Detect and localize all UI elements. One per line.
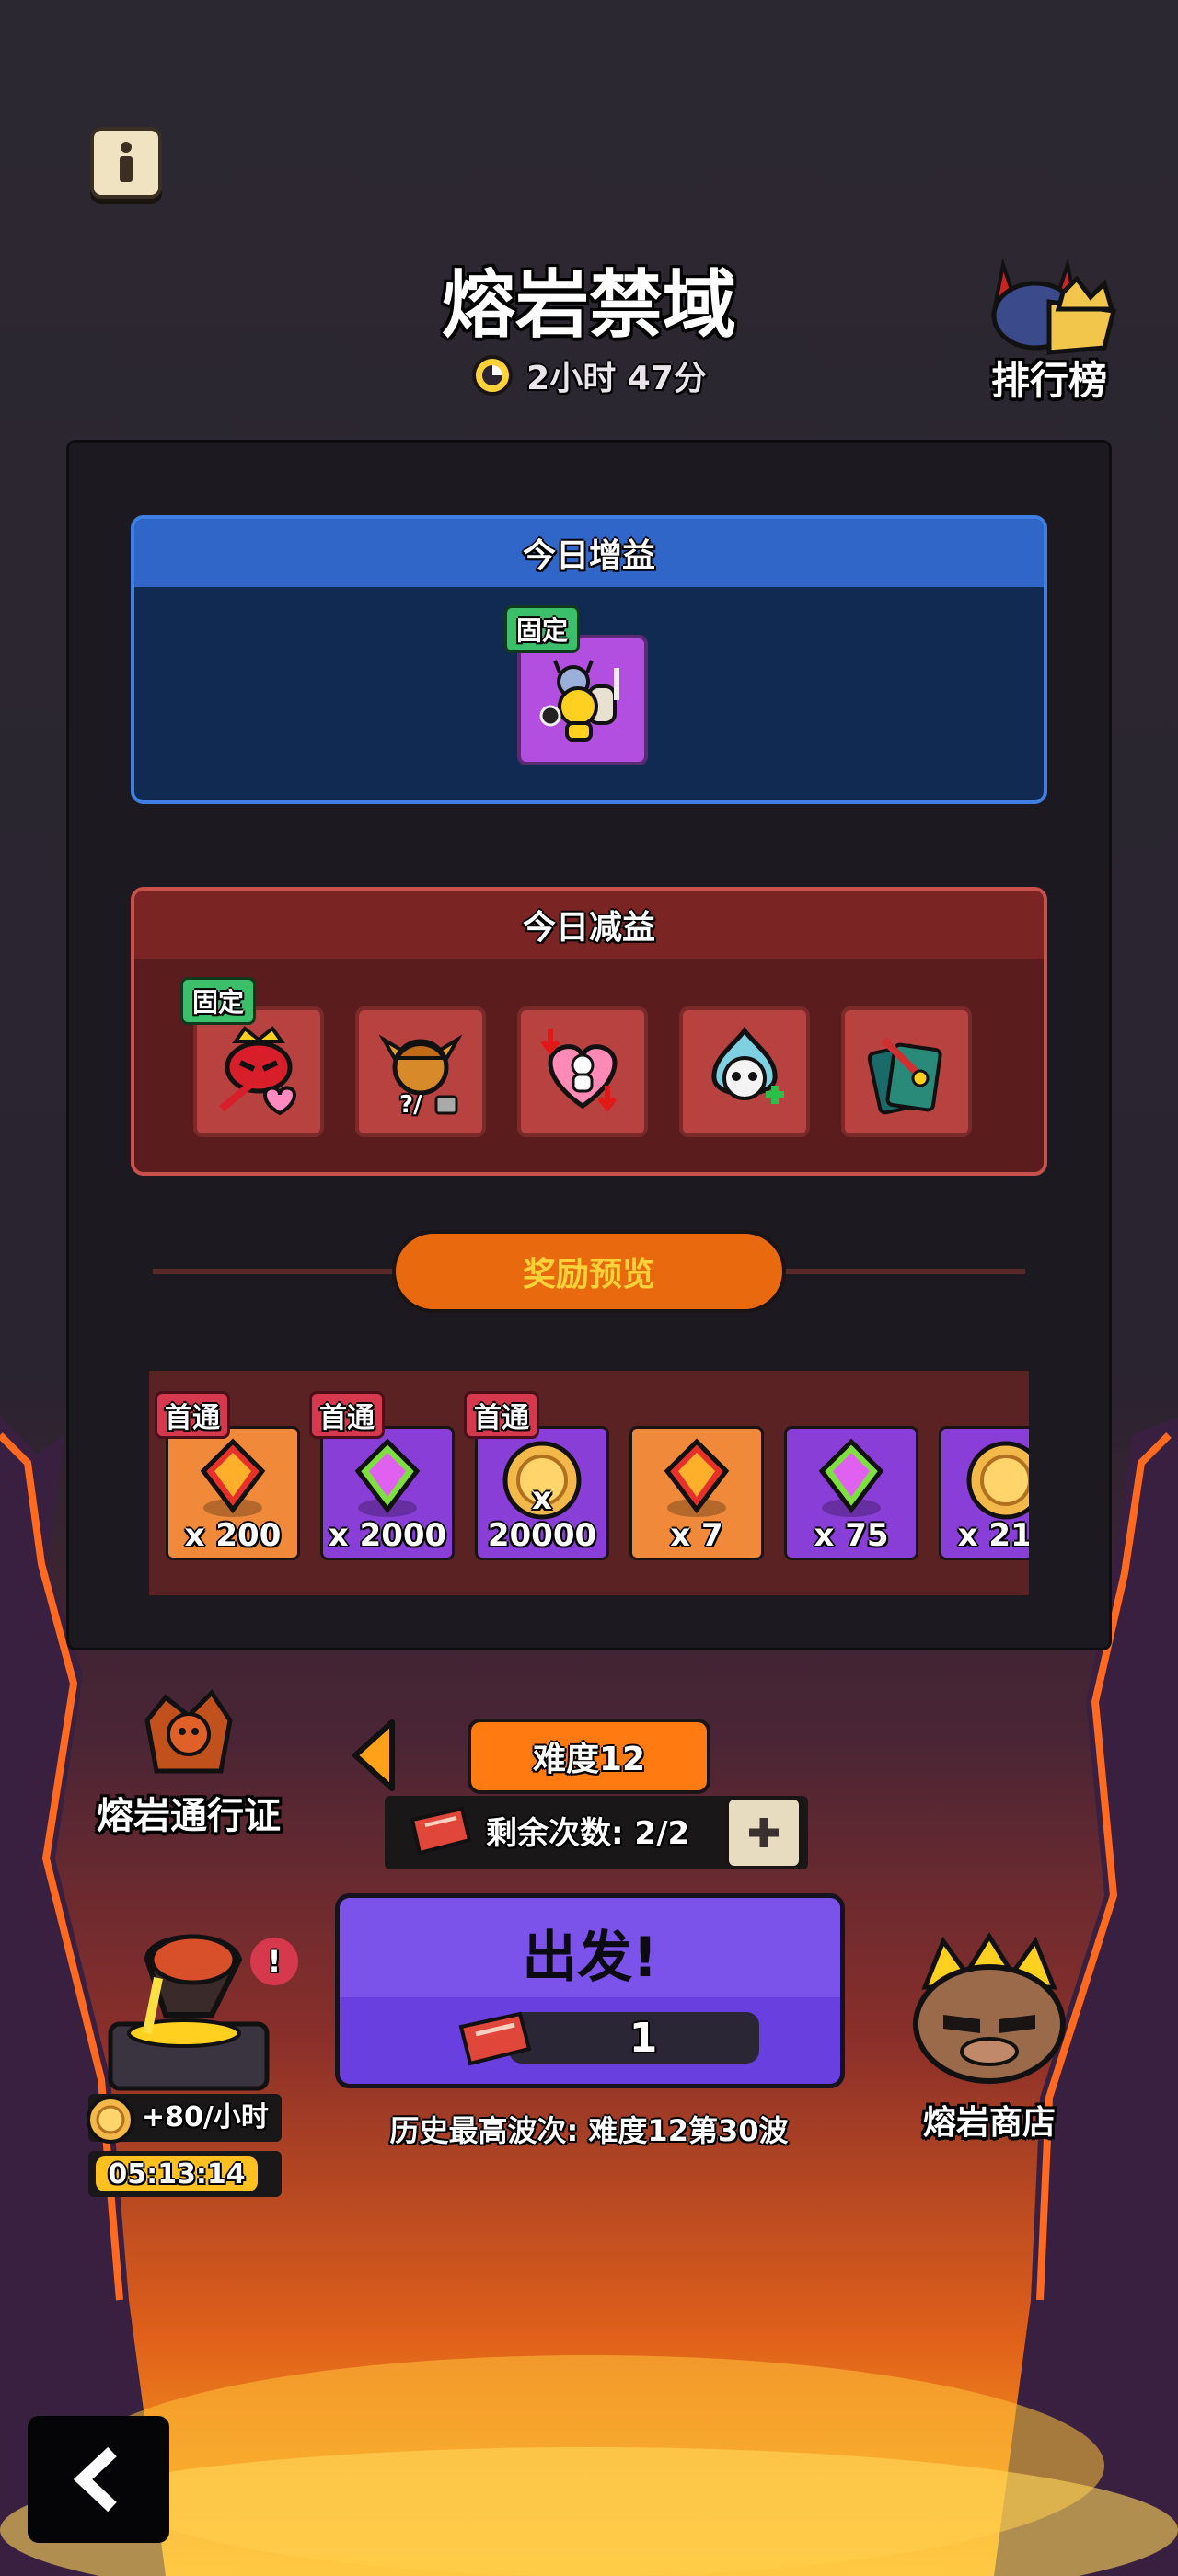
info-button[interactable]: [90, 127, 162, 199]
start-label: 出发!: [522, 1925, 658, 1990]
page-title: 熔岩禁域: [442, 262, 736, 348]
debuff-title: 今日减益: [522, 909, 655, 947]
furnace-alert-badge: !: [250, 1938, 298, 1985]
timer-text: 2小时 47分: [526, 360, 707, 397]
lava-pass-icon: [144, 1689, 233, 1774]
debuff-card-4[interactable]: [679, 1006, 810, 1137]
heroes-team-icon: [539, 660, 619, 742]
reward-card[interactable]: x 7: [629, 1426, 764, 1560]
difficulty-button[interactable]: 难度12: [468, 1719, 710, 1794]
leaderboard-icon: [990, 258, 1117, 355]
furnace-countdown: 05:13:14: [96, 2156, 258, 2191]
furnace-button[interactable]: !: [92, 1923, 298, 2098]
event-timer: 2小时 47分: [405, 348, 773, 403]
debuff-header: 今日减益: [134, 891, 1044, 959]
lava-pass-label: 熔岩通行证: [97, 1795, 281, 1837]
shop-merchant-icon: [913, 1932, 1066, 2084]
reward-count: x 7: [670, 1517, 723, 1554]
reward-count: x 75: [814, 1517, 889, 1554]
lava-shop-button[interactable]: 熔岩商店: [884, 1932, 1095, 2144]
reward-count: x 200: [184, 1517, 282, 1554]
leaderboard-button[interactable]: 排行榜: [976, 247, 1123, 403]
leaderboard-label: 排行榜: [990, 357, 1107, 403]
info-icon: [120, 142, 133, 182]
demon-mask-heart-icon: [219, 1026, 297, 1116]
green-gem-icon: [354, 1438, 421, 1517]
add-attempts-button[interactable]: [725, 1796, 803, 1869]
reward-card[interactable]: x 210: [939, 1426, 1029, 1560]
plus-icon: [749, 1818, 779, 1847]
green-gem-icon: [818, 1438, 884, 1517]
history-label: 历史最高波次: 难度12第30波: [389, 2113, 789, 2148]
buff-fixed-tag: 固定: [504, 605, 581, 653]
chevron-left-icon: [352, 1719, 395, 1791]
red-gem-icon: [200, 1438, 266, 1517]
reward-card[interactable]: x 20000: [475, 1426, 609, 1560]
ticket-cost: 1: [629, 2014, 658, 2062]
reward-card[interactable]: x 2000: [320, 1426, 455, 1560]
rewards-preview-button[interactable]: 奖励预览: [392, 1230, 786, 1313]
difficulty-label: 难度12: [532, 1741, 646, 1778]
arrow-left-icon: [73, 2446, 117, 2513]
buff-header: 今日增益: [134, 519, 1044, 587]
debuff-card-2[interactable]: ?/: [355, 1006, 486, 1137]
back-button[interactable]: [28, 2416, 169, 2543]
heart-down-icon: [540, 1029, 618, 1112]
red-gem-icon: [664, 1438, 730, 1517]
reward-count: x 2000: [328, 1517, 447, 1554]
start-ticket-icon: [458, 2011, 532, 2066]
debuff-fixed-tag: 固定: [180, 977, 257, 1025]
rewards-list: x 200 首通 x 2000 首通 x 20000 首通 x 7 x 75 x 210: [149, 1371, 1029, 1595]
reward-card[interactable]: x 75: [784, 1426, 918, 1560]
locked-label: ?/: [399, 1091, 422, 1119]
buff-title: 今日增益: [522, 537, 655, 575]
gold-coin-icon: [966, 1441, 1029, 1520]
buff-card[interactable]: [517, 635, 648, 765]
reward-count: x 20000: [487, 1480, 597, 1554]
ticket-icon: [410, 1806, 472, 1856]
clock-icon: [472, 355, 514, 396]
first-clear-tag: 首通: [309, 1391, 385, 1439]
card-dagger-icon: [867, 1037, 942, 1115]
lava-shop-label: 熔岩商店: [922, 2104, 1056, 2142]
debuff-card-5[interactable]: [841, 1006, 972, 1137]
lava-pass-button[interactable]: 熔岩通行证: [83, 1684, 294, 1845]
attempts-label: 剩余次数: 2/2: [486, 1815, 690, 1852]
first-clear-tag: 首通: [464, 1391, 539, 1439]
coin-icon: [87, 2096, 134, 2144]
furnace-rate: +80/小时: [142, 2101, 269, 2133]
debuff-card-3[interactable]: [517, 1006, 648, 1137]
reward-card[interactable]: x 200: [166, 1426, 300, 1560]
first-clear-tag: 首通: [155, 1391, 230, 1439]
start-button[interactable]: 出发! 1: [335, 1893, 845, 2088]
skull-heal-icon: [711, 1026, 784, 1104]
prev-difficulty-button[interactable]: [346, 1717, 401, 1794]
rewards-title: 奖励预览: [522, 1256, 655, 1294]
debuff-card-1[interactable]: [193, 1006, 324, 1137]
reward-count: x 210: [957, 1517, 1029, 1554]
